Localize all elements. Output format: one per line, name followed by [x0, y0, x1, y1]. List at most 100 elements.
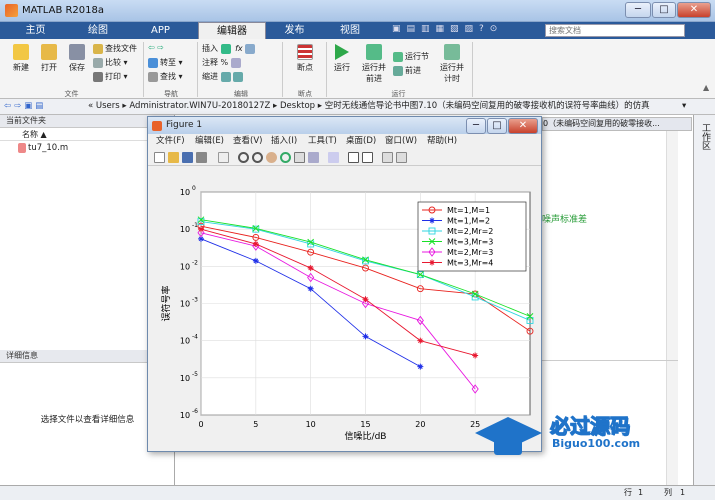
data-cursor-icon[interactable]	[294, 152, 305, 163]
x-tick-label: 20	[415, 420, 425, 429]
quick-access-toolbar[interactable]: ▣▤▥▦▧▨?⊙	[392, 24, 542, 37]
hide-tools-icon[interactable]	[382, 152, 393, 163]
zoom-out-icon[interactable]	[252, 152, 263, 163]
figure-menu-bar: 文件(F) 编辑(E) 查看(V) 插入(I) 工具(T) 桌面(D) 窗口(W…	[148, 134, 541, 149]
breadcrumb[interactable]: « Users ▸ Administrator.WIN7U-20180127Z …	[88, 99, 688, 114]
path-nav-icons[interactable]: ⇦⇨▣▤	[4, 99, 46, 114]
menu-file[interactable]: 文件(F)	[156, 134, 185, 149]
address-bar[interactable]: ⇦⇨▣▤ « Users ▸ Administrator.WIN7U-20180…	[0, 99, 715, 115]
tab-plots[interactable]: 绘图	[68, 22, 128, 39]
legend-entry: Mt=2,Mr=2	[447, 227, 493, 236]
zoom-in-icon[interactable]	[238, 152, 249, 163]
run-time-button[interactable]: 运行并 计时	[436, 44, 468, 84]
menu-desktop[interactable]: 桌面(D)	[346, 134, 376, 149]
compare-icon	[93, 57, 103, 68]
matlab-logo-icon	[5, 4, 18, 17]
group-file-label: 文件	[64, 90, 79, 98]
edit-plot-icon[interactable]	[218, 152, 229, 163]
tab-publish[interactable]: 发布	[272, 22, 317, 39]
find-button[interactable]: 查找 ▾	[148, 71, 198, 82]
divider	[197, 42, 198, 97]
editor-tab[interactable]: 0（未编码空间复用的破零接收...	[542, 117, 692, 131]
goto-button[interactable]: 转至 ▾	[148, 57, 198, 68]
workspace-strip[interactable]: 工作区	[693, 115, 715, 485]
figure-title-bar[interactable]: Figure 1 ─ □ ✕	[148, 117, 541, 134]
mortarboard-base	[494, 439, 522, 455]
run-section-icon	[393, 51, 403, 62]
ribbon: 新建 打开 保存 查找文件 比较 ▾ 打印 ▾ 文件 ⇦ ⇨ 转至 ▾ 查找 ▾…	[0, 39, 715, 99]
tab-apps[interactable]: APP	[133, 22, 188, 39]
print-icon[interactable]	[196, 152, 207, 163]
legend-icon[interactable]	[362, 152, 373, 163]
new-figure-icon[interactable]	[154, 152, 165, 163]
link-plot-icon[interactable]	[328, 152, 339, 163]
run-advance-button[interactable]: 运行并 前进	[358, 44, 390, 84]
colorbar-icon[interactable]	[348, 152, 359, 163]
sort-asc-icon: ▲	[40, 130, 47, 139]
save-button[interactable]: 保存	[64, 44, 90, 73]
y-tick-exponent: -2	[192, 259, 198, 266]
menu-edit[interactable]: 编辑(E)	[195, 134, 224, 149]
path-dropdown-icon[interactable]: ▾	[682, 99, 686, 114]
tab-view[interactable]: 视图	[325, 22, 375, 39]
insert-menu-icon	[245, 43, 256, 54]
breakpoints-button[interactable]: 断点	[290, 44, 320, 73]
run-button[interactable]: 运行	[330, 44, 354, 73]
insert-button[interactable]: 插入 fx	[202, 43, 282, 54]
pan-icon[interactable]	[266, 152, 277, 163]
y-tick-label: 10	[180, 225, 190, 234]
maximize-button[interactable]: □	[652, 2, 676, 18]
printer-icon	[93, 71, 103, 82]
indent-button[interactable]: 缩进	[202, 71, 282, 82]
x-tick-label: 15	[360, 420, 370, 429]
x-tick-label: 10	[306, 420, 316, 429]
menu-insert[interactable]: 插入(I)	[271, 134, 297, 149]
find-files-icon	[93, 43, 103, 54]
run-section-button[interactable]: 运行节	[393, 51, 433, 62]
y-tick-label: 10	[180, 337, 190, 346]
folder-icon	[41, 44, 57, 60]
breakpoint-icon	[297, 44, 313, 60]
compare-button[interactable]: 比较 ▾	[93, 57, 143, 68]
workspace-label[interactable]: 工作区	[699, 123, 712, 150]
menu-window[interactable]: 窗口(W)	[385, 134, 417, 149]
find-files-button[interactable]: 查找文件	[93, 43, 143, 54]
menu-view[interactable]: 查看(V)	[233, 134, 262, 149]
run-advance-icon	[366, 44, 382, 60]
y-tick-exponent: -6	[192, 408, 198, 415]
rotate-icon[interactable]	[280, 152, 291, 163]
figure-minimize-button[interactable]: ─	[466, 118, 486, 134]
tab-editor[interactable]: 编辑器	[198, 22, 266, 39]
search-input[interactable]	[545, 24, 685, 37]
close-button[interactable]: ✕	[677, 2, 711, 18]
x-tick-label: 0	[198, 420, 203, 429]
goto-icon	[148, 57, 158, 68]
figure-maximize-button[interactable]: □	[487, 118, 507, 134]
y-tick-exponent: 0	[192, 185, 196, 192]
menu-help[interactable]: 帮助(H)	[427, 134, 457, 149]
tab-home[interactable]: 主页	[8, 22, 63, 39]
open-button[interactable]: 打开	[36, 44, 62, 73]
collapse-ribbon-icon[interactable]: ▲	[703, 83, 709, 92]
brush-icon[interactable]	[308, 152, 319, 163]
figure-title: Figure 1	[166, 120, 203, 130]
save-icon[interactable]	[182, 152, 193, 163]
new-button[interactable]: 新建	[8, 44, 34, 73]
advance-button[interactable]: 前进	[393, 65, 433, 76]
nav-arrows[interactable]: ⇦ ⇨	[148, 43, 198, 52]
advance-icon	[393, 65, 403, 76]
comment-button[interactable]: 注释 %	[202, 57, 282, 68]
y-tick-exponent: -4	[192, 334, 198, 341]
title-bar: MATLAB R2018a ─ □ ✕	[0, 0, 715, 22]
print-button[interactable]: 打印 ▾	[93, 71, 143, 82]
minimize-button[interactable]: ─	[625, 2, 651, 18]
stopwatch-icon	[444, 44, 460, 60]
status-bar: 行 1 列 1	[0, 485, 715, 500]
y-tick-exponent: -5	[192, 371, 198, 378]
figure-close-button[interactable]: ✕	[508, 118, 538, 134]
menu-tools[interactable]: 工具(T)	[308, 134, 337, 149]
open-icon[interactable]	[168, 152, 179, 163]
group-nav-label: 导航	[164, 90, 178, 98]
show-tools-icon[interactable]	[396, 152, 407, 163]
y-axis-label: 误符号率	[160, 285, 172, 321]
